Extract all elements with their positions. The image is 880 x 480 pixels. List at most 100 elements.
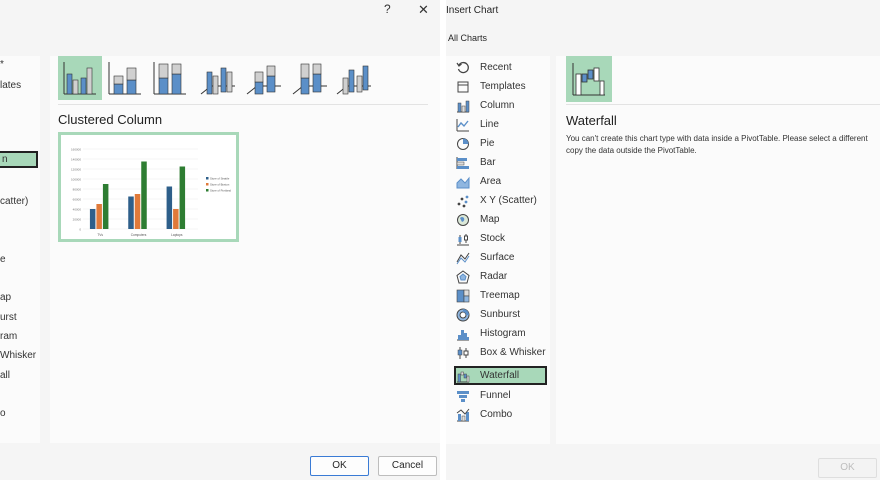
column-chart-icon [456, 99, 470, 113]
insert-chart-dialog-right: Insert Chart All Charts Recent Templates… [446, 0, 880, 480]
nav-item-area[interactable]: Area [456, 172, 548, 191]
3d-percent-stacked-column-icon[interactable] [288, 56, 332, 100]
preview-legend-swatch [206, 177, 209, 180]
preview-bar [166, 186, 173, 229]
category-fragment[interactable]: ap [0, 292, 11, 303]
radar-chart-icon [456, 269, 470, 284]
preview-tick-label: 120000 [71, 168, 81, 172]
nav-item-histogram[interactable]: Histogram [456, 324, 548, 343]
preview-tick-label: 100000 [71, 178, 81, 182]
preview-legend-swatch [206, 189, 209, 192]
histogram-icon [456, 327, 470, 341]
sunburst-icon [456, 308, 470, 322]
preview-legend-label: Store of Seattle [210, 176, 230, 180]
subtype-title: Clustered Column [58, 112, 163, 127]
preview-legend-label: Store of Portland [210, 188, 231, 192]
nav-item-map[interactable]: Map [456, 210, 548, 229]
funnel-icon [456, 389, 470, 403]
category-fragment[interactable]: catter) [0, 196, 28, 207]
nav-item-bar[interactable]: Bar [456, 153, 548, 172]
waterfall-subtype-icon[interactable] [566, 56, 612, 102]
insert-chart-dialog-left: ? ✕ * lates n catter) e ap urst ram Whis… [0, 0, 440, 480]
preview-bar [96, 204, 102, 229]
recent-icon [456, 61, 470, 75]
clustered-column-icon[interactable] [58, 56, 102, 100]
tab-all-charts[interactable]: All Charts [448, 33, 487, 43]
box-whisker-icon [456, 346, 470, 360]
treemap-icon [456, 289, 470, 303]
nav-item-combo[interactable]: Combo [456, 405, 548, 424]
preview-category-label: Laptops [171, 233, 183, 237]
preview-bar [134, 194, 141, 229]
nav-item-pie[interactable]: Pie [456, 134, 548, 153]
category-fragment[interactable]: urst [0, 312, 17, 323]
preview-category-label: TVs [97, 233, 103, 237]
category-fragment[interactable]: Whisker [0, 350, 36, 361]
preview-tick-label: 80000 [73, 188, 82, 192]
nav-item-radar[interactable]: Radar [456, 267, 548, 286]
divider [58, 104, 428, 105]
preview-tick-label: 60000 [73, 198, 82, 202]
error-message: You can't create this chart type with da… [566, 134, 868, 143]
3d-clustered-column-icon[interactable] [196, 56, 240, 100]
category-column-selected[interactable]: n [0, 151, 38, 168]
preview-bar [179, 166, 186, 229]
nav-item-scatter[interactable]: X Y (Scatter) [456, 191, 548, 210]
preview-bar [128, 196, 134, 229]
category-fragment[interactable]: lates [0, 80, 21, 91]
chart-preview[interactable]: 160000 140000 120000 100000 80000 60000 40000 2… [58, 132, 239, 242]
category-fragment[interactable]: e [0, 254, 6, 265]
category-list: Recent Templates Column Line Pie Bar Are… [446, 56, 550, 444]
category-fragment[interactable]: * [0, 59, 4, 70]
line-chart-icon [456, 118, 470, 132]
preview-category-label: Computers [131, 233, 147, 237]
3d-column-icon[interactable] [332, 56, 376, 100]
nav-item-column[interactable]: Column [456, 96, 548, 115]
scatter-chart-icon [456, 194, 470, 208]
surface-chart-icon [456, 251, 470, 265]
chart-type-title: Waterfall [566, 113, 617, 128]
stacked-column-icon[interactable] [103, 56, 147, 100]
category-list: * lates n catter) e ap urst ram Whisker … [0, 56, 40, 443]
preview-bar [102, 184, 109, 229]
nav-item-waterfall[interactable]: Waterfall [454, 366, 547, 385]
error-message-line2: copy the data outside the PivotTable. [566, 146, 697, 155]
ok-button-disabled[interactable]: OK [818, 458, 877, 478]
close-button[interactable]: ✕ [418, 2, 429, 18]
preview-bar [141, 161, 147, 229]
preview-bar [173, 209, 179, 229]
nav-item-treemap[interactable]: Treemap [456, 286, 548, 305]
combo-chart-icon [456, 408, 470, 422]
cancel-button[interactable]: Cancel [378, 456, 437, 476]
stock-chart-icon [456, 232, 470, 246]
preview-legend-label: Store of Boston [210, 182, 230, 186]
percent-stacked-column-icon[interactable] [148, 56, 192, 100]
preview-tick-label: 40000 [73, 208, 82, 212]
category-fragment[interactable]: o [0, 408, 6, 419]
category-fragment[interactable]: ram [0, 331, 17, 342]
3d-stacked-column-icon[interactable] [242, 56, 286, 100]
help-button[interactable]: ? [384, 2, 391, 16]
nav-item-recent[interactable]: Recent [456, 58, 548, 77]
preview-bar [89, 209, 96, 229]
pie-chart-icon [456, 137, 470, 151]
nav-item-line[interactable]: Line [456, 115, 548, 134]
preview-tick-label: 160000 [71, 148, 81, 152]
nav-item-surface[interactable]: Surface [456, 248, 548, 267]
dialog-title: Insert Chart [446, 5, 499, 16]
nav-item-box-whisker[interactable]: Box & Whisker [456, 343, 548, 362]
ok-button[interactable]: OK [310, 456, 369, 476]
waterfall-icon [456, 369, 470, 383]
map-icon [456, 213, 470, 227]
divider [566, 104, 880, 105]
preview-tick-label: 0 [79, 228, 81, 232]
category-fragment[interactable]: all [0, 370, 10, 381]
nav-item-stock[interactable]: Stock [456, 229, 548, 248]
preview-legend-swatch [206, 183, 209, 186]
preview-tick-label: 20000 [73, 218, 82, 222]
nav-item-templates[interactable]: Templates [456, 77, 548, 96]
nav-item-funnel[interactable]: Funnel [456, 386, 548, 405]
bar-chart-icon [456, 156, 470, 170]
nav-item-sunburst[interactable]: Sunburst [456, 305, 548, 324]
preview-chart: 160000 140000 120000 100000 80000 60000 40000 2… [71, 148, 231, 238]
